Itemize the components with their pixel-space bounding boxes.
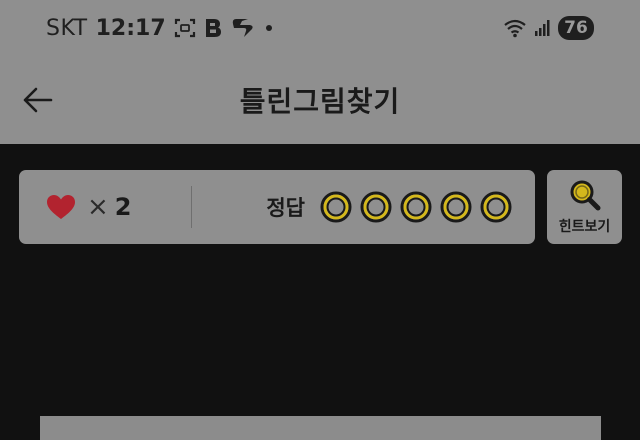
magnifier-icon: [570, 180, 600, 211]
app-header: 틀린그림찾기: [0, 56, 640, 144]
signal-icon: [534, 19, 550, 37]
answer-slot-4: [440, 191, 472, 223]
carrier-label: SKT: [46, 15, 88, 41]
wifi-icon: [504, 18, 526, 38]
s-app-icon: [230, 17, 256, 39]
b-app-icon: [204, 17, 222, 39]
answer-slot-1: [320, 191, 352, 223]
lives-multiplier: ×: [87, 192, 109, 222]
battery-indicator: 76: [558, 16, 594, 40]
lives-count: 2: [114, 193, 132, 221]
answer-slot-2: [360, 191, 392, 223]
lives-indicator: × 2: [19, 170, 191, 244]
answer-slot-3: [400, 191, 432, 223]
clock: 12:17: [95, 15, 166, 41]
answer-slot-5: [480, 191, 512, 223]
dot-icon: [264, 23, 274, 33]
status-right: 76: [504, 16, 594, 40]
game-image[interactable]: [40, 416, 601, 440]
arrow-left-icon: [23, 87, 53, 113]
page-title: 틀린그림찾기: [239, 85, 401, 118]
heart-icon: [47, 195, 75, 219]
status-left: SKT 12:17: [46, 16, 274, 41]
screenshot-icon: [174, 17, 196, 39]
hint-label: 힌트보기: [558, 219, 611, 235]
answers-indicator: 정답: [192, 190, 535, 224]
score-panel: × 2 정답: [19, 170, 535, 244]
status-bar: SKT 12:17 76: [0, 0, 640, 56]
answer-label: 정답: [266, 196, 305, 220]
back-button[interactable]: [22, 86, 54, 114]
hint-button[interactable]: 힌트보기: [547, 170, 622, 244]
